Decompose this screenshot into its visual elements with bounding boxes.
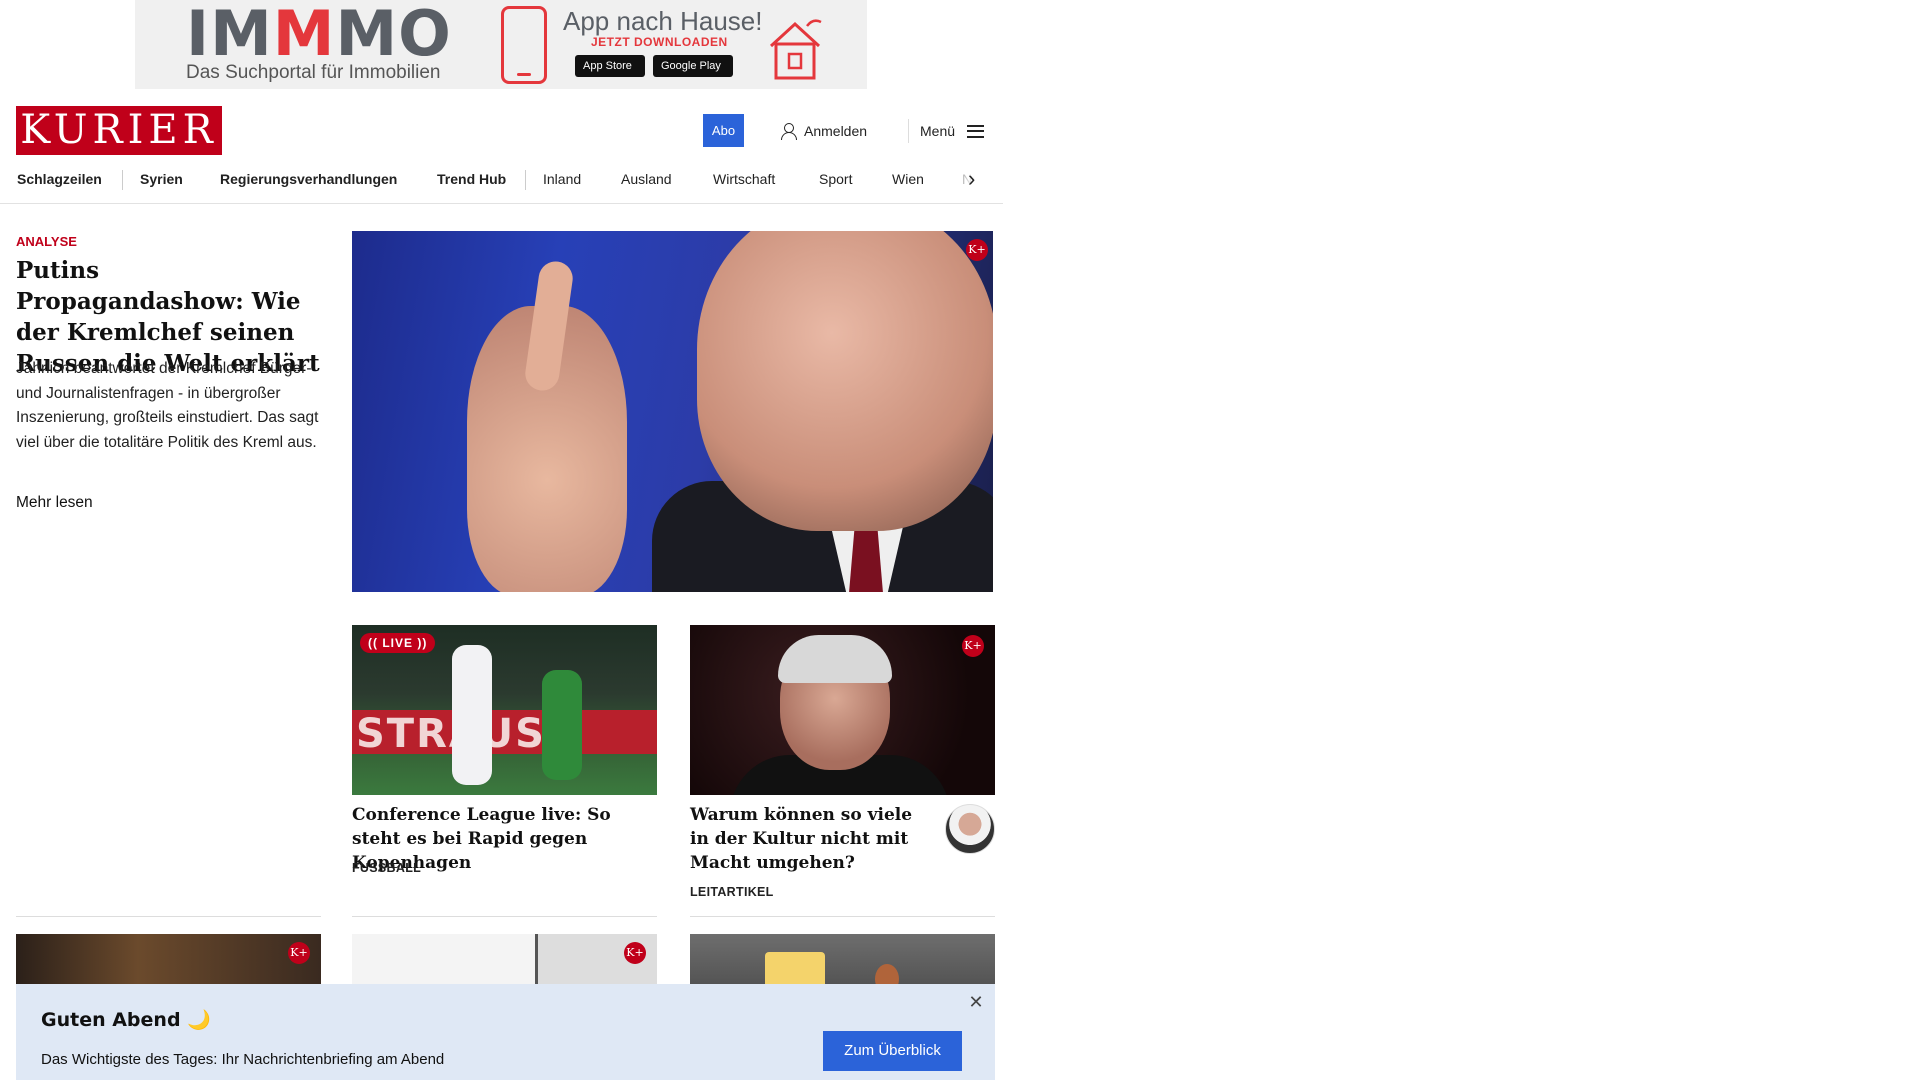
abo-button[interactable]: Abo: [703, 114, 744, 147]
card-category[interactable]: LEITARTIKEL: [690, 885, 774, 899]
menu-label: Menü: [920, 123, 956, 139]
ad-cta: JETZT DOWNLOADEN: [591, 35, 728, 49]
nav-item-wien[interactable]: Wien: [892, 160, 924, 203]
ad-title: App nach Hause!: [563, 6, 763, 36]
close-icon[interactable]: ✕: [966, 992, 986, 1012]
read-more-link[interactable]: Mehr lesen: [16, 494, 93, 512]
notice-title: Guten Abend 🌙: [41, 1009, 211, 1031]
nav-item-ausland[interactable]: Ausland: [621, 160, 672, 203]
card-category[interactable]: FUSSBALL: [352, 861, 421, 875]
hamburger-icon: [967, 124, 985, 138]
google-play-badge[interactable]: Google Play: [653, 55, 733, 77]
nav-item-regierungsverhandlungen[interactable]: Regierungsverhandlungen: [220, 160, 397, 203]
nav-item-wirtschaft[interactable]: Wirtschaft: [713, 160, 775, 203]
ad-banner[interactable]: IMMMO Das Suchportal für Immobilien App …: [135, 0, 867, 89]
nav-item-trend-hub[interactable]: Trend Hub: [437, 160, 506, 203]
kurier-logo[interactable]: KURIER: [16, 106, 222, 155]
chevron-right-icon[interactable]: ›: [968, 168, 988, 192]
menu-button[interactable]: Menü: [920, 120, 985, 142]
ad-logo: IMMMO: [186, 0, 452, 70]
header-divider: [908, 119, 909, 143]
lead-kicker: ANALYSE: [16, 234, 77, 249]
notice-text: Das Wichtigste des Tages: Ihr Nachrichte…: [41, 1051, 445, 1068]
nav-item-sport[interactable]: Sport: [819, 160, 852, 203]
nav-divider: [122, 170, 123, 190]
card-title[interactable]: Warum können so viele in der Kultur nich…: [690, 803, 935, 875]
row-divider: [352, 916, 657, 917]
row-divider: [690, 916, 995, 917]
user-icon: [780, 123, 797, 140]
nav-item-syrien[interactable]: Syrien: [140, 160, 183, 203]
login-button[interactable]: Anmelden: [780, 120, 867, 142]
phone-icon: [501, 6, 547, 84]
kplus-badge: K+: [962, 635, 984, 657]
section-nav: Schlagzeilen Syrien Regierungsverhandlun…: [0, 160, 1003, 204]
kplus-badge: K+: [288, 942, 310, 964]
app-store-badge[interactable]: App Store: [575, 55, 645, 77]
image-banner-text: STRAUS: [356, 711, 546, 757]
briefing-notice: Guten Abend 🌙 Das Wichtigste des Tages: …: [16, 984, 995, 1080]
kplus-badge: K+: [624, 942, 646, 964]
row-divider: [16, 916, 321, 917]
overview-button[interactable]: Zum Überblick: [823, 1031, 962, 1071]
nav-item-inland[interactable]: Inland: [543, 160, 581, 203]
house-icon: [769, 19, 822, 80]
nav-divider: [525, 170, 526, 190]
card-image-kultur[interactable]: K+: [690, 625, 995, 795]
card-image-conference-league[interactable]: STRAUS (( LIVE )): [352, 625, 657, 795]
nav-item-schlagzeilen[interactable]: Schlagzeilen: [17, 160, 102, 203]
author-avatar: [945, 804, 995, 854]
ad-subtitle: Das Suchportal für Immobilien: [186, 62, 441, 83]
live-badge: (( LIVE )): [360, 633, 436, 653]
lead-teaser: Jährlich beantwortet der Kremlchef Bürge…: [16, 360, 319, 451]
kplus-badge: K+: [966, 239, 988, 261]
lead-image[interactable]: K+: [352, 231, 993, 592]
login-label: Anmelden: [804, 123, 868, 139]
